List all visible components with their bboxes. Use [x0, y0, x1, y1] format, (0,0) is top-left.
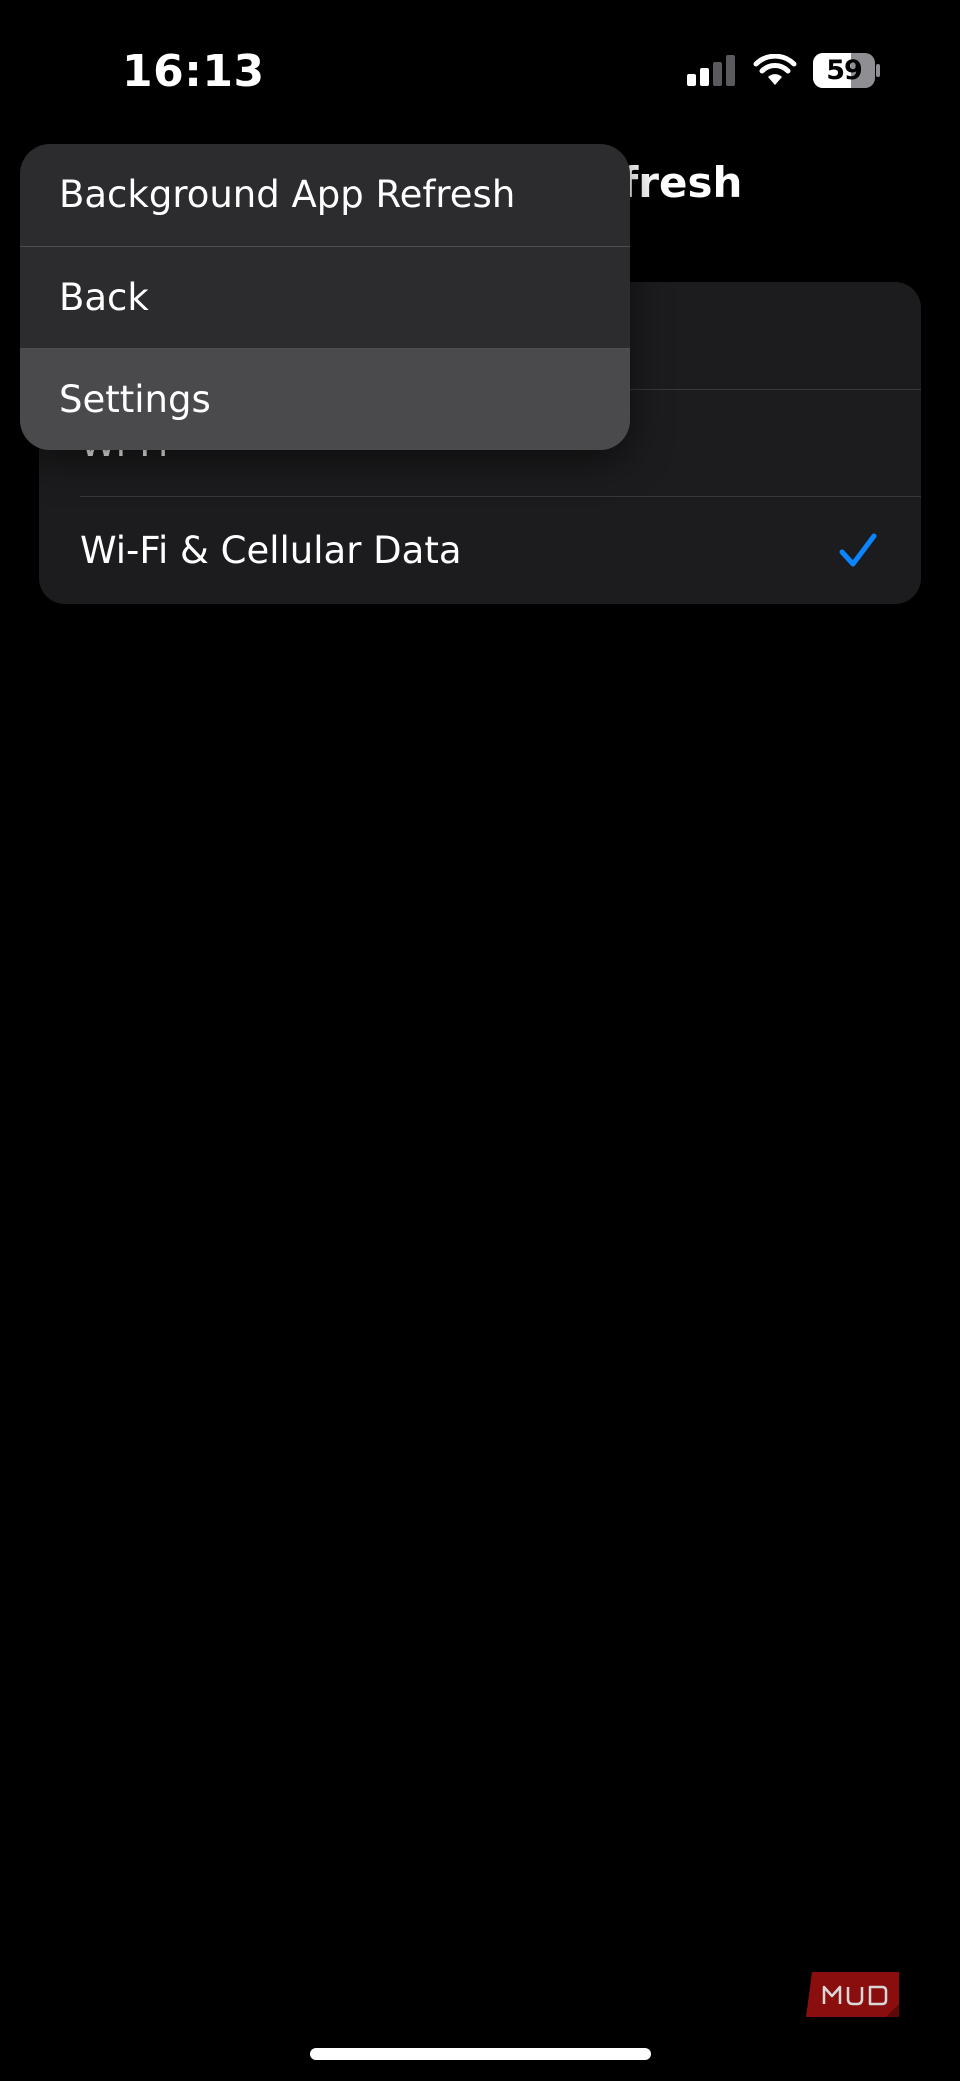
- option-wifi-cellular[interactable]: Wi-Fi & Cellular Data: [39, 497, 921, 604]
- menu-item-background-app-refresh[interactable]: Background App Refresh: [20, 144, 630, 246]
- menu-item-back[interactable]: Back: [20, 247, 630, 349]
- menu-item-label: Background App Refresh: [59, 173, 516, 216]
- wifi-icon: [753, 54, 797, 85]
- home-indicator[interactable]: [310, 2048, 651, 2060]
- menu-item-settings[interactable]: Settings: [20, 349, 630, 450]
- muo-watermark-logo: [806, 1972, 899, 2017]
- back-history-menu: Background App Refresh Back Settings: [20, 144, 630, 450]
- checkmark-icon: [839, 533, 877, 567]
- menu-item-label: Back: [59, 276, 149, 319]
- option-label: Wi-Fi & Cellular Data: [80, 529, 462, 572]
- page-title: fresh: [620, 158, 743, 207]
- status-time: 16:13: [122, 46, 265, 97]
- signal-icon: [687, 55, 735, 86]
- menu-item-label: Settings: [59, 378, 211, 421]
- battery-level: 59: [826, 55, 863, 86]
- battery-icon: 59: [813, 53, 880, 88]
